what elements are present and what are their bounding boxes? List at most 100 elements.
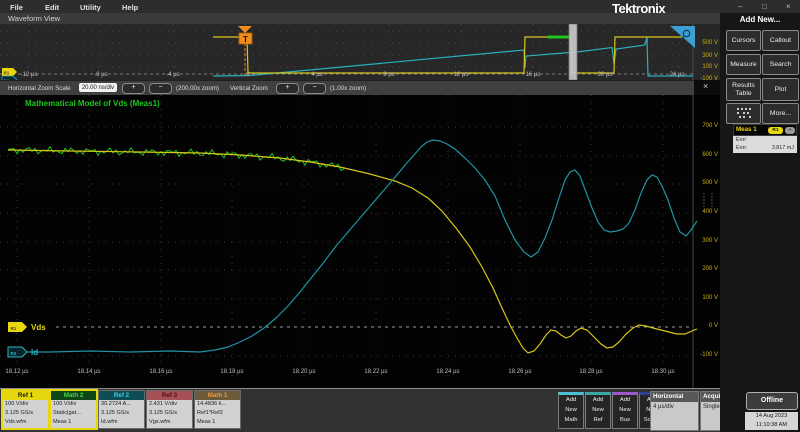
main-xtick: 18.14 µs: [69, 369, 109, 375]
badge-ref1[interactable]: Ref 1 100 V/div 3.125 GS/s Vds.wfm: [3, 391, 48, 428]
zoom-window-handle[interactable]: [569, 24, 577, 80]
badge-ref2[interactable]: Ref 2 30.2724 A... 3.125 GS/s Id.wfm: [99, 391, 144, 428]
id-trace: [8, 140, 697, 352]
overview-id-trace: [213, 37, 693, 76]
search-button[interactable]: Search: [762, 54, 799, 75]
badge-math1-title: Math 1: [195, 391, 240, 400]
meas1-badge[interactable]: Meas 1 R1 + Eon' Eon: 3.817 mJ: [733, 124, 797, 151]
plot-title: Mathematical Model of Vds (Meas1): [25, 99, 160, 108]
zoom-toolbar: Horizontal Zoom Scale 20.00 ns/div + − (…: [0, 80, 694, 96]
vds-trace: [8, 150, 697, 353]
menu-utility[interactable]: Utility: [80, 3, 101, 12]
add-new-ref-button[interactable]: Add New Ref: [585, 392, 611, 429]
ov-xtick: 16 µs: [513, 72, 553, 78]
add-new-math-button[interactable]: Add New Math: [558, 392, 584, 429]
main-xtick: 18.30 µs: [643, 369, 683, 375]
main-ytick: 200 V: [694, 266, 718, 272]
panel-drag-handle[interactable]: ⋮⋮⋮⋮: [700, 193, 716, 207]
datetime-display: 14 Aug 2023 11:10:38 AM: [745, 412, 798, 430]
horizontal-zoom-scale-label: Horizontal Zoom Scale: [8, 85, 71, 92]
restore-icon[interactable]: □: [762, 2, 767, 11]
main-ytick: 300 V: [694, 238, 718, 244]
main-xtick: 18.12 µs: [0, 369, 37, 375]
horizontal-zoom-scale-input[interactable]: 20.00 ns/div: [79, 83, 117, 92]
plot-button[interactable]: Plot: [762, 78, 799, 101]
svg-text:T: T: [243, 35, 248, 44]
vds-label: Vds: [31, 323, 46, 332]
badge-ref1-title: Ref 1: [3, 391, 48, 400]
tekscope-window: File Edit Utility Help Tektronix – □ × W…: [0, 0, 800, 432]
cursors-button[interactable]: Cursors: [726, 30, 761, 51]
menu-help[interactable]: Help: [122, 3, 138, 12]
add-new-header: Add New...: [722, 15, 798, 24]
measure-button[interactable]: Measure: [726, 54, 761, 75]
hzoom-minus-button[interactable]: −: [149, 83, 172, 94]
meas-source-pill: R1: [768, 127, 783, 134]
overview-vds-trace: [213, 37, 693, 73]
menu-bar: File Edit Utility Help Tektronix – □ ×: [0, 0, 800, 14]
offline-button[interactable]: Offline: [746, 392, 798, 410]
dvm-grid-icon-button[interactable]: [726, 103, 761, 124]
main-ytick: 700 V: [694, 123, 718, 129]
badge-ref2-title: Ref 2: [99, 391, 144, 400]
ov-xtick: 8 µs: [369, 72, 409, 78]
hzoom-plus-button[interactable]: +: [122, 83, 145, 94]
ov-ytick: 100 V: [694, 64, 718, 70]
meas-row2-label: Eon:: [736, 145, 747, 151]
meas-expand-icon[interactable]: +: [785, 127, 795, 134]
ov-ytick: 300 V: [694, 53, 718, 59]
vzoom-plus-button[interactable]: +: [276, 83, 299, 94]
overview-waveform-panel[interactable]: T R1 R2 -12 µs -8 µs -4 µs 0 4 µ: [0, 24, 720, 80]
menu-file[interactable]: File: [10, 3, 23, 12]
badge-math2-title: Math 2: [51, 391, 96, 400]
tab-waveform-view[interactable]: Waveform View: [8, 14, 60, 23]
meas-row2-value: 3.817 mJ: [772, 145, 794, 151]
badge-ref3-title: Ref 3: [147, 391, 192, 400]
main-ytick: 500 V: [694, 180, 718, 186]
zoom-close-icon[interactable]: ×: [703, 81, 708, 91]
main-waveform-panel[interactable]: R1 Vds R2 Id 700 V 600 V 500 V 400 V 300…: [0, 95, 720, 388]
ref2-flag[interactable]: R2: [8, 347, 27, 357]
callout-button[interactable]: Callout: [762, 30, 799, 51]
ov-xtick: 4 µs: [297, 72, 337, 78]
main-xtick: 18.24 µs: [428, 369, 468, 375]
main-ytick: -100 V: [694, 352, 718, 358]
main-ytick: 100 V: [694, 295, 718, 301]
main-xtick: 18.28 µs: [571, 369, 611, 375]
math-model-trace: [8, 147, 344, 171]
main-xtick: 18.16 µs: [141, 369, 181, 375]
menu-edit[interactable]: Edit: [45, 3, 59, 12]
main-ytick: 600 V: [694, 152, 718, 158]
hzoom-factor-label: (200.00x zoom): [176, 85, 219, 92]
main-ytick: 0 V: [694, 323, 718, 329]
results-table-button[interactable]: Results Table: [726, 78, 761, 101]
dots-grid-icon: [737, 108, 751, 120]
main-plot: R1 Vds R2 Id: [0, 95, 720, 388]
ov-xtick: 0: [228, 72, 268, 78]
id-label: Id: [31, 348, 38, 357]
horizontal-settings-badge[interactable]: Horizontal 4 µs/div: [650, 391, 699, 431]
ov-xtick: 20 µs: [585, 72, 625, 78]
ov-xtick: -8 µs: [81, 72, 121, 78]
badge-math1[interactable]: Math 1 14.4836 k... Ref1*Ref2 Meas 1: [195, 391, 240, 428]
ref1-flag[interactable]: R1: [8, 322, 27, 332]
main-xtick: 18.22 µs: [356, 369, 396, 375]
main-xtick: 18.20 µs: [284, 369, 324, 375]
more-button[interactable]: More...: [762, 103, 799, 124]
ov-xtick: -12 µs: [9, 72, 49, 78]
meas-row1: Eon': [736, 137, 747, 143]
main-xtick: 18.26 µs: [500, 369, 540, 375]
trigger-marker-icon[interactable]: T: [238, 26, 252, 44]
minimize-icon[interactable]: –: [738, 2, 742, 11]
ov-ytick: 500 V: [694, 40, 718, 46]
badge-ref3[interactable]: Ref 3 2.431 V/div 3.125 GS/s Vgs.wfm: [147, 391, 192, 428]
svg-text:R1: R1: [11, 326, 17, 331]
main-ytick: 400 V: [694, 209, 718, 215]
main-xtick: 18.18 µs: [212, 369, 252, 375]
close-icon[interactable]: ×: [786, 2, 791, 11]
add-new-bus-button[interactable]: Add New Bus: [612, 392, 638, 429]
vzoom-minus-button[interactable]: −: [303, 83, 326, 94]
ov-xtick: -4 µs: [153, 72, 193, 78]
vertical-zoom-label: Vertical Zoom: [230, 85, 268, 92]
badge-math2[interactable]: Math 2 100 V/div Static|gat... Meas 1: [51, 391, 96, 428]
